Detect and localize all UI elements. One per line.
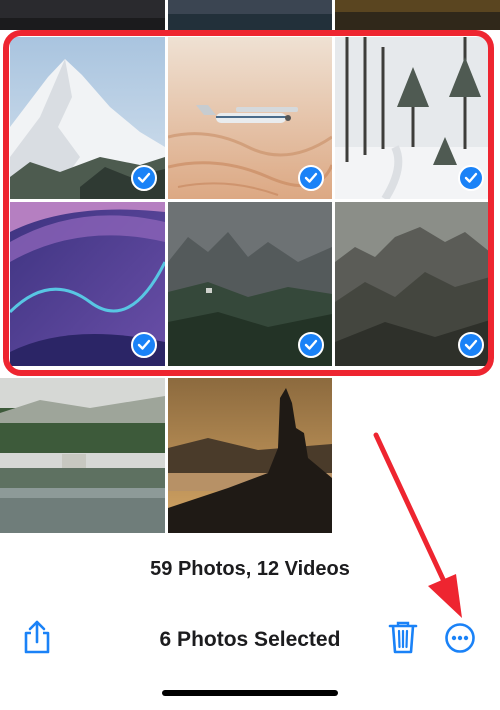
ellipsis-circle-icon[interactable]	[444, 622, 476, 659]
annotation-arrow	[373, 432, 462, 618]
home-indicator[interactable]	[162, 690, 338, 696]
selection-toolbar: 6 Photos Selected	[0, 612, 500, 668]
library-count-label: 59 Photos, 12 Videos	[150, 558, 350, 580]
selection-count-title: 6 Photos Selected	[159, 628, 341, 651]
trash-icon[interactable]	[388, 620, 418, 659]
